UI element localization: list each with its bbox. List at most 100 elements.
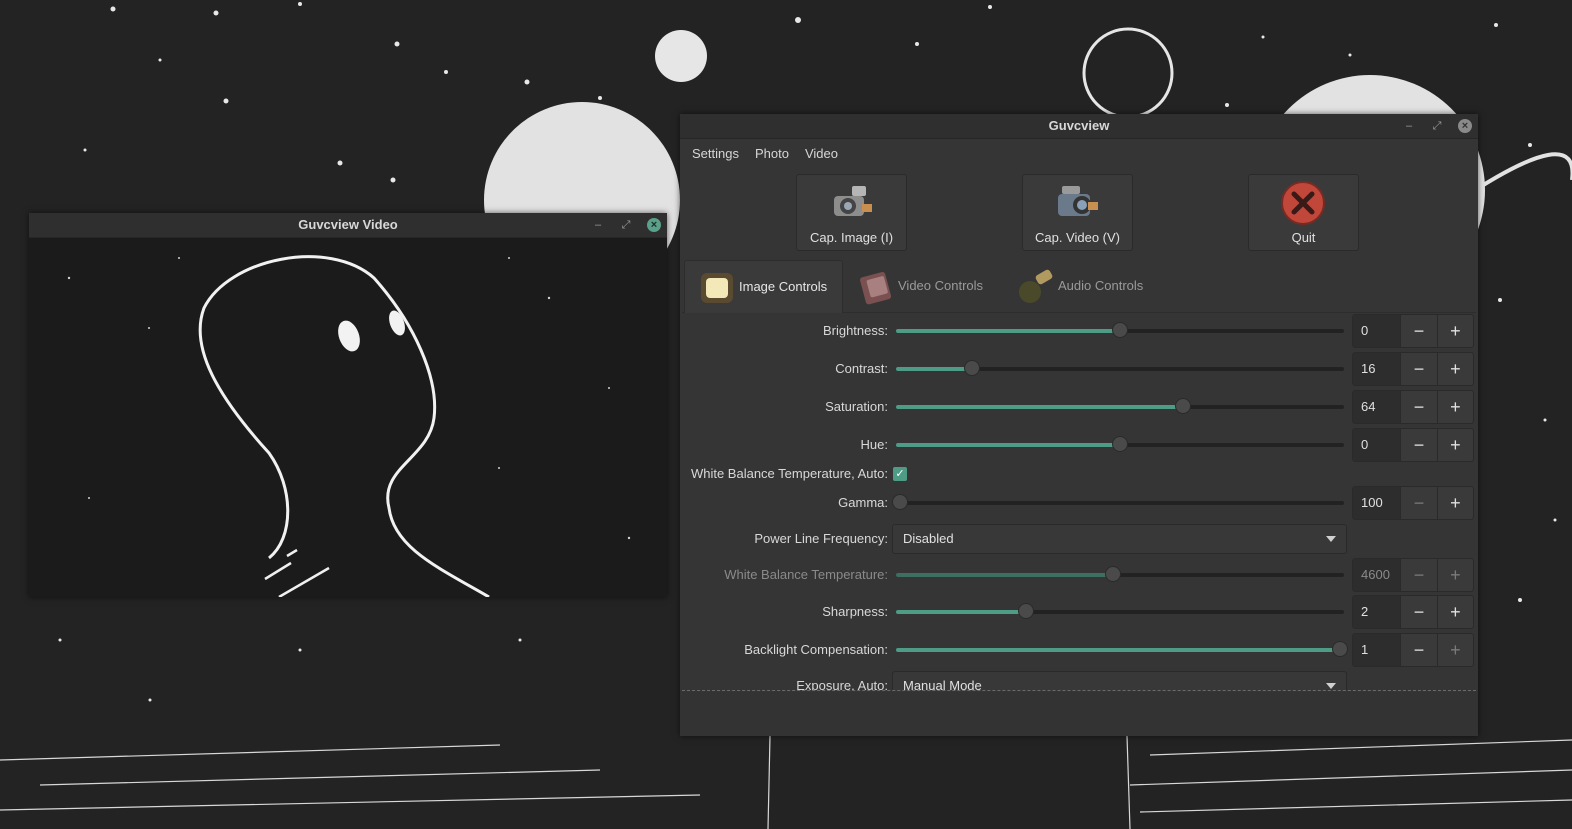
- tab-audio-controls[interactable]: Audio Controls: [1004, 260, 1164, 312]
- sharpness-value[interactable]: 2: [1353, 596, 1401, 628]
- sharpness-label: Sharpness:: [822, 604, 888, 619]
- quit-label: Quit: [1291, 230, 1316, 245]
- saturation-spin: 64 − +: [1352, 390, 1474, 424]
- gamma-slider[interactable]: [892, 494, 1344, 510]
- exposure-auto-value: Manual Mode: [903, 678, 982, 690]
- backlight-increment-button[interactable]: +: [1436, 634, 1473, 666]
- sharpness-slider[interactable]: [896, 603, 1344, 619]
- tab-video-controls-label: Video Controls: [898, 278, 984, 293]
- exposure-auto-combo[interactable]: Manual Mode: [892, 671, 1347, 690]
- gamma-increment-button[interactable]: +: [1436, 487, 1473, 519]
- sharpness-increment-button[interactable]: +: [1436, 596, 1473, 628]
- backlight-slider[interactable]: [896, 641, 1348, 657]
- sharpness-slider-handle[interactable]: [1017, 603, 1034, 619]
- brightness-slider-handle[interactable]: [1112, 322, 1128, 338]
- close-icon[interactable]: ×: [1458, 119, 1472, 133]
- brightness-decrement-button[interactable]: −: [1400, 315, 1436, 347]
- capture-image-button[interactable]: Cap. Image (I): [796, 174, 907, 251]
- wb-temp-increment-button[interactable]: +: [1436, 559, 1473, 591]
- saturation-decrement-button[interactable]: −: [1400, 391, 1436, 423]
- contrast-slider-handle[interactable]: [964, 360, 981, 376]
- contrast-spin: 16 − +: [1352, 352, 1474, 386]
- close-icon[interactable]: ×: [647, 218, 661, 232]
- tab-audio-controls-label: Audio Controls: [1058, 278, 1144, 293]
- saturation-row: Saturation: 64 − +: [680, 390, 1478, 424]
- wb-temp-slider[interactable]: [896, 566, 1344, 582]
- brightness-spin: 0 − +: [1352, 314, 1474, 348]
- saturation-slider-handle[interactable]: [1174, 398, 1191, 414]
- main-window-titlebar[interactable]: Guvcview – ⤢ ×: [680, 114, 1478, 139]
- image-controls-icon: [701, 273, 733, 303]
- contrast-label: Contrast:: [835, 361, 888, 376]
- tab-video-controls[interactable]: Video Controls: [844, 260, 1004, 312]
- gamma-label: Gamma:: [838, 495, 888, 510]
- brightness-label: Brightness:: [822, 323, 888, 338]
- video-window-titlebar[interactable]: Guvcview Video – ⤢ ×: [29, 213, 667, 238]
- wb-temp-spin: 4600 − +: [1352, 558, 1474, 592]
- gamma-row: Gamma: 100 − +: [680, 486, 1478, 520]
- tab-image-controls-label: Image Controls: [739, 279, 828, 294]
- maximize-icon[interactable]: ⤢: [1430, 119, 1444, 133]
- maximize-icon[interactable]: ⤢: [619, 218, 633, 232]
- brightness-slider[interactable]: [896, 322, 1344, 338]
- wb-temp-decrement-button[interactable]: −: [1400, 559, 1436, 591]
- gamma-spin: 100 − +: [1352, 486, 1474, 520]
- hue-slider[interactable]: [896, 436, 1344, 452]
- minimize-icon[interactable]: –: [591, 218, 605, 232]
- scroll-boundary: [682, 690, 1476, 691]
- backlight-label: Backlight Compensation:: [744, 642, 888, 657]
- hue-row: Hue: 0 − +: [680, 428, 1478, 462]
- sharpness-decrement-button[interactable]: −: [1400, 596, 1436, 628]
- power-line-combo[interactable]: Disabled: [892, 524, 1347, 554]
- hue-slider-handle[interactable]: [1112, 436, 1128, 452]
- main-window: Guvcview – ⤢ × Settings Photo Video Cap.…: [680, 114, 1478, 736]
- quit-button[interactable]: Quit: [1248, 174, 1359, 251]
- contrast-slider[interactable]: [896, 360, 1344, 376]
- power-line-value: Disabled: [903, 531, 954, 546]
- backlight-row: Backlight Compensation: 1 − +: [680, 633, 1478, 667]
- video-preview: [29, 238, 667, 597]
- menu-settings[interactable]: Settings: [684, 146, 747, 161]
- tab-image-controls[interactable]: Image Controls: [684, 260, 843, 313]
- dropdown-arrow-icon: [1326, 536, 1336, 542]
- exposure-auto-label: Exposure, Auto:: [796, 678, 888, 690]
- hue-value[interactable]: 0: [1353, 429, 1401, 461]
- minimize-icon[interactable]: –: [1402, 119, 1416, 133]
- gamma-decrement-button[interactable]: −: [1400, 487, 1436, 519]
- backlight-value[interactable]: 1: [1353, 634, 1401, 666]
- brightness-row: Brightness: 0 − +: [680, 314, 1478, 348]
- saturation-slider[interactable]: [896, 398, 1344, 414]
- saturation-increment-button[interactable]: +: [1436, 391, 1473, 423]
- hue-spin: 0 − +: [1352, 428, 1474, 462]
- backlight-slider-handle[interactable]: [1331, 641, 1348, 657]
- camera-icon: [834, 186, 872, 216]
- contrast-value[interactable]: 16: [1353, 353, 1401, 385]
- hue-decrement-button[interactable]: −: [1400, 429, 1436, 461]
- saturation-value[interactable]: 64: [1353, 391, 1401, 423]
- hue-label: Hue:: [860, 437, 888, 452]
- gamma-value[interactable]: 100: [1353, 487, 1401, 519]
- main-window-title: Guvcview: [1048, 118, 1110, 133]
- menu-photo[interactable]: Photo: [747, 146, 797, 161]
- contrast-increment-button[interactable]: +: [1436, 353, 1473, 385]
- capture-video-button[interactable]: Cap. Video (V): [1022, 174, 1133, 251]
- exposure-auto-row: Exposure, Auto: Manual Mode: [680, 670, 1478, 690]
- capture-video-label: Cap. Video (V): [1034, 230, 1121, 245]
- gamma-slider-handle[interactable]: [892, 494, 909, 510]
- hue-increment-button[interactable]: +: [1436, 429, 1473, 461]
- backlight-decrement-button[interactable]: −: [1400, 634, 1436, 666]
- wb-auto-checkbox[interactable]: ✓: [893, 467, 907, 481]
- power-line-row: Power Line Frequency: Disabled: [680, 523, 1478, 555]
- brightness-increment-button[interactable]: +: [1436, 315, 1473, 347]
- wb-temp-slider-handle[interactable]: [1105, 566, 1122, 582]
- brightness-value[interactable]: 0: [1353, 315, 1401, 347]
- power-line-label: Power Line Frequency:: [754, 531, 888, 546]
- video-window-title: Guvcview Video: [298, 217, 398, 232]
- sharpness-spin: 2 − +: [1352, 595, 1474, 629]
- wb-temp-value[interactable]: 4600: [1353, 559, 1401, 591]
- microphone-icon: [1019, 269, 1053, 303]
- contrast-decrement-button[interactable]: −: [1400, 353, 1436, 385]
- image-controls-panel: Brightness: 0 − + Contrast: 16 − + Satur…: [680, 314, 1478, 690]
- sharpness-row: Sharpness: 2 − +: [680, 595, 1478, 629]
- menu-video[interactable]: Video: [797, 146, 846, 161]
